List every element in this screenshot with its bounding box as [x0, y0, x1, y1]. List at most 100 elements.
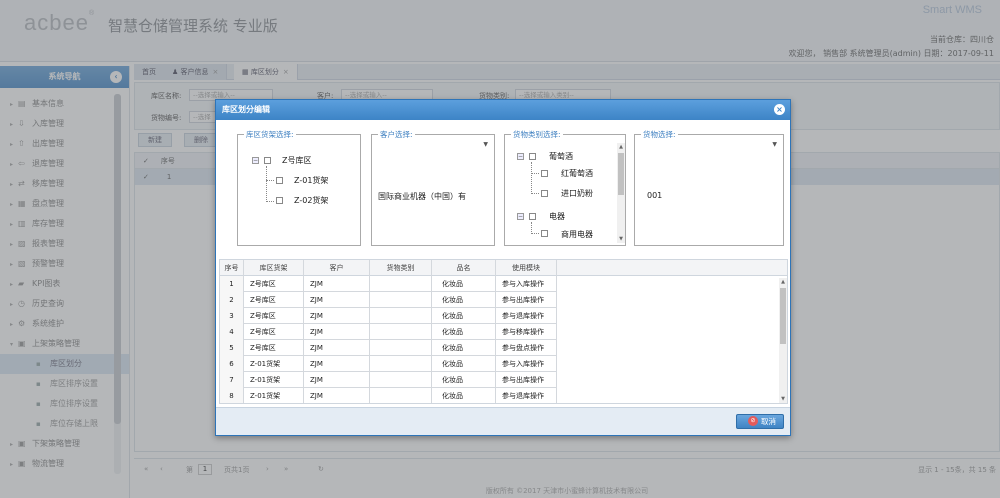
table-row[interactable]: 1 Z号库区 ZJM 化妆品 参与入库操作 — [220, 276, 557, 292]
table-cell: Z号库区 — [244, 292, 304, 308]
category-scrollbar[interactable]: ▲ ▼ — [617, 143, 625, 243]
table-cell: 5 — [220, 340, 244, 356]
zone-edit-dialog: 库区划分编辑 × 库区货架选择: − Z号库区 Z-01货架 Z-02货架 客户… — [215, 99, 791, 436]
column-header: 库区货架 — [244, 260, 304, 276]
zone-child-label: Z-01货架 — [294, 176, 329, 185]
zone-root-label: Z号库区 — [282, 156, 312, 165]
table-cell — [370, 388, 432, 403]
dialog-title: 库区划分编辑 × — [216, 100, 790, 120]
table-cell: ZJM — [304, 356, 370, 372]
zone-child-label: Z-02货架 — [294, 196, 329, 205]
scroll-down-icon[interactable]: ▼ — [779, 395, 787, 403]
column-header: 品名 — [432, 260, 496, 276]
division-grid: 序号 库区货架 客户 货物类别 品名 使用模块 1 Z号库区 ZJM 化妆品 参与入库操… — [219, 259, 788, 404]
cancel-icon: ⊘ — [748, 416, 758, 426]
category-label: 葡萄酒 — [549, 152, 573, 161]
column-header: 序号 — [220, 260, 244, 276]
dialog-footer: ⊘ 取消 — [216, 407, 790, 435]
table-row[interactable]: 3 Z号库区 ZJM 化妆品 参与退库操作 — [220, 308, 557, 324]
customer-selector[interactable]: 客户选择: ▼ 国际商业机器（中国）有 — [371, 129, 495, 246]
scroll-up-icon[interactable]: ▲ — [617, 143, 625, 151]
column-header: 货物类别 — [370, 260, 432, 276]
caret-down-icon[interactable]: ▼ — [772, 141, 777, 148]
scrollbar-thumb[interactable] — [780, 288, 786, 344]
category-checkbox[interactable] — [541, 170, 548, 177]
category-checkbox[interactable] — [529, 153, 536, 160]
table-cell: 2 — [220, 292, 244, 308]
zone-root-checkbox[interactable] — [264, 157, 271, 164]
scroll-up-icon[interactable]: ▲ — [779, 278, 787, 286]
table-cell: Z-01货架 — [244, 356, 304, 372]
tree-connector — [531, 162, 532, 194]
goods-selector[interactable]: 货物选择: ▼ 001 — [634, 129, 784, 246]
category-legend: 货物类别选择: — [511, 129, 563, 140]
table-cell: 化妆品 — [432, 324, 496, 340]
close-icon[interactable]: × — [774, 104, 785, 115]
zone-shelf-legend: 库区货架选择: — [244, 129, 296, 140]
table-cell: 化妆品 — [432, 308, 496, 324]
table-cell: 参与移库操作 — [496, 324, 557, 340]
category-label: 商用电器 — [561, 230, 593, 239]
minus-icon[interactable]: − — [517, 213, 524, 220]
zone-shelf-selector: 库区货架选择: − Z号库区 Z-01货架 Z-02货架 — [237, 129, 361, 246]
table-cell — [370, 372, 432, 388]
table-cell: Z-01货架 — [244, 372, 304, 388]
tree-connector — [266, 180, 274, 181]
zone-child-checkbox[interactable] — [276, 177, 283, 184]
table-row[interactable]: 6 Z-01货架 ZJM 化妆品 参与入库操作 — [220, 356, 557, 372]
table-cell: 6 — [220, 356, 244, 372]
minus-icon[interactable]: − — [252, 157, 259, 164]
category-selector: 货物类别选择: − 葡萄酒 红葡萄酒 进口奶粉 − 电器 商用电器 ▲ ▼ — [504, 129, 626, 246]
table-cell: 化妆品 — [432, 372, 496, 388]
table-cell: ZJM — [304, 292, 370, 308]
minus-icon[interactable]: − — [517, 153, 524, 160]
customer-value: 国际商业机器（中国）有 — [378, 192, 466, 201]
table-cell: 参与入库操作 — [496, 276, 557, 292]
tree-connector — [531, 233, 539, 234]
table-cell: Z号库区 — [244, 324, 304, 340]
table-row[interactable]: 8 Z-01货架 ZJM 化妆品 参与退库操作 — [220, 388, 557, 403]
table-cell: 参与退库操作 — [496, 308, 557, 324]
scrollbar-thumb[interactable] — [618, 153, 624, 195]
table-cell: ZJM — [304, 340, 370, 356]
category-checkbox[interactable] — [541, 230, 548, 237]
table-cell: Z号库区 — [244, 340, 304, 356]
table-cell: 参与退库操作 — [496, 388, 557, 403]
tree-connector — [266, 201, 274, 202]
tree-connector — [531, 193, 539, 194]
table-cell: 化妆品 — [432, 388, 496, 403]
scroll-down-icon[interactable]: ▼ — [617, 235, 625, 243]
zone-child-checkbox[interactable] — [276, 197, 283, 204]
table-cell: 参与入库操作 — [496, 356, 557, 372]
caret-down-icon[interactable]: ▼ — [483, 141, 488, 148]
table-cell: Z号库区 — [244, 276, 304, 292]
tree-connector — [531, 173, 539, 174]
table-cell: 3 — [220, 308, 244, 324]
customer-legend: 客户选择: — [378, 129, 415, 140]
table-cell: 参与盘点操作 — [496, 340, 557, 356]
table-cell: ZJM — [304, 324, 370, 340]
table-row[interactable]: 7 Z-01货架 ZJM 化妆品 参与出库操作 — [220, 372, 557, 388]
goods-legend: 货物选择: — [641, 129, 678, 140]
column-header: 使用模块 — [496, 260, 557, 276]
table-cell — [370, 292, 432, 308]
table-cell: ZJM — [304, 388, 370, 403]
table-cell: 化妆品 — [432, 356, 496, 372]
category-label: 电器 — [549, 212, 565, 221]
table-cell: ZJM — [304, 308, 370, 324]
table-row[interactable]: 4 Z号库区 ZJM 化妆品 参与移库操作 — [220, 324, 557, 340]
category-checkbox[interactable] — [529, 213, 536, 220]
table-cell: 8 — [220, 388, 244, 403]
category-label: 红葡萄酒 — [561, 169, 593, 178]
table-row[interactable]: 2 Z号库区 ZJM 化妆品 参与出库操作 — [220, 292, 557, 308]
table-cell — [370, 340, 432, 356]
category-checkbox[interactable] — [541, 190, 548, 197]
table-cell: Z-01货架 — [244, 388, 304, 403]
cancel-button[interactable]: ⊘ 取消 — [736, 414, 784, 429]
grid-scrollbar[interactable]: ▲ ▼ — [779, 278, 787, 403]
table-cell: 参与出库操作 — [496, 372, 557, 388]
table-cell: 参与出库操作 — [496, 292, 557, 308]
table-cell: ZJM — [304, 372, 370, 388]
table-row[interactable]: 5 Z号库区 ZJM 化妆品 参与盘点操作 — [220, 340, 557, 356]
column-header: 客户 — [304, 260, 370, 276]
